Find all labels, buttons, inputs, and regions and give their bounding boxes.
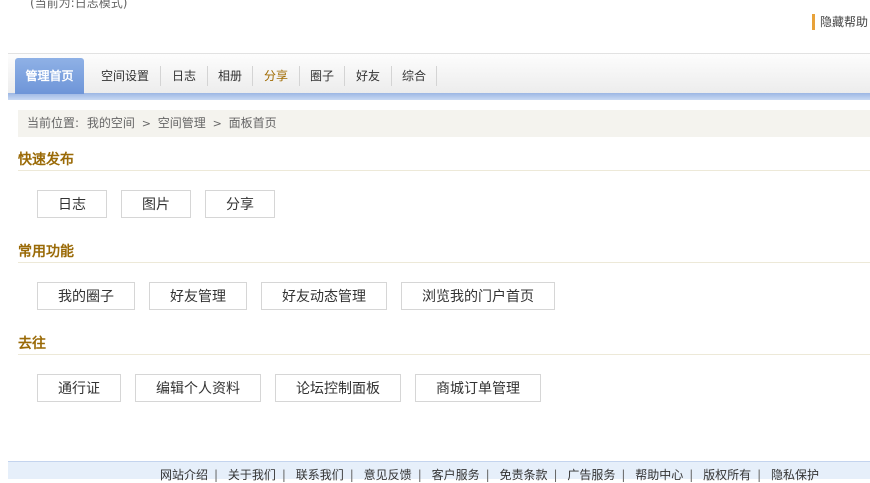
footer-link-disclaimer[interactable]: 免责条款 (499, 468, 547, 482)
browse-portal-button[interactable]: 浏览我的门户首页 (401, 282, 555, 310)
passport-button[interactable]: 通行证 (37, 374, 121, 402)
footer-separator: | (689, 468, 694, 482)
section-divider (18, 170, 870, 171)
friend-manage-button[interactable]: 好友管理 (149, 282, 247, 310)
section-title-quick-publish: 快速发布 (18, 152, 74, 168)
tab-separator (436, 66, 437, 86)
footer-separator: | (417, 468, 422, 482)
tab-separator (391, 66, 392, 86)
footer-separator: | (553, 468, 558, 482)
footer-link-contact[interactable]: 联系我们 (296, 468, 344, 482)
section-title-common: 常用功能 (18, 244, 74, 260)
footer-separator: | (485, 468, 490, 482)
quick-photo-button[interactable]: 图片 (121, 190, 191, 218)
breadcrumb-space-manage[interactable]: 空间管理 (158, 116, 206, 130)
tab-separator (344, 66, 345, 86)
breadcrumb-prefix: 当前位置: (27, 116, 80, 130)
footer-separator: | (281, 468, 286, 482)
hide-help-link[interactable]: 隐藏帮助 (812, 14, 868, 30)
mode-indicator: (当前为:日志模式) (30, 0, 128, 10)
breadcrumb-my-space[interactable]: 我的空间 (87, 116, 135, 130)
footer-link-privacy[interactable]: 隐私保护 (771, 468, 819, 482)
edit-profile-button[interactable]: 编辑个人资料 (135, 374, 261, 402)
quick-blog-button[interactable]: 日志 (37, 190, 107, 218)
breadcrumb-separator: > (141, 117, 151, 130)
tab-friends[interactable]: 好友 (347, 59, 389, 94)
tab-general[interactable]: 综合 (394, 59, 434, 94)
tab-manage-home[interactable]: 管理首页 (15, 58, 84, 94)
footer-link-ads[interactable]: 广告服务 (567, 468, 615, 482)
footer-link-customer-service[interactable]: 客户服务 (432, 468, 480, 482)
section-divider (18, 262, 870, 263)
breadcrumb: 当前位置: 我的空间 > 空间管理 > 面板首页 (18, 110, 870, 137)
forum-panel-button[interactable]: 论坛控制面板 (275, 374, 401, 402)
footer-link-help[interactable]: 帮助中心 (635, 468, 683, 482)
tab-separator (207, 66, 208, 86)
footer-link-feedback[interactable]: 意见反馈 (364, 468, 412, 482)
footer-links: 网站介绍 | 关于我们 | 联系我们 | 意见反馈 | 客户服务 | 免责条款 | 广告服务… (160, 466, 819, 483)
breadcrumb-separator: > (212, 117, 222, 130)
footer-separator: | (621, 468, 626, 482)
tab-circle[interactable]: 圈子 (302, 59, 342, 94)
friend-feed-manage-button[interactable]: 好友动态管理 (261, 282, 387, 310)
footer-separator: | (214, 468, 219, 482)
footer-separator: | (349, 468, 354, 482)
tab-bar-underline (8, 93, 870, 100)
tab-separator (160, 66, 161, 86)
quick-share-button[interactable]: 分享 (205, 190, 275, 218)
mall-orders-button[interactable]: 商城订单管理 (415, 374, 541, 402)
footer-link-about-site[interactable]: 网站介绍 (160, 468, 208, 482)
breadcrumb-panel-home: 面板首页 (228, 116, 277, 130)
footer-link-copyright[interactable]: 版权所有 (703, 468, 751, 482)
tab-album[interactable]: 相册 (210, 59, 250, 94)
tab-blog[interactable]: 日志 (163, 59, 205, 94)
section-title-goto: 去往 (18, 336, 46, 352)
footer-separator: | (757, 468, 762, 482)
tab-share[interactable]: 分享 (255, 59, 297, 94)
footer: 网站介绍 | 关于我们 | 联系我们 | 意见反馈 | 客户服务 | 免责条款 | 广告服务… (8, 461, 870, 482)
tab-separator (252, 66, 253, 86)
tab-space-settings[interactable]: 空间设置 (92, 59, 158, 94)
footer-link-about-us[interactable]: 关于我们 (228, 468, 276, 482)
my-circle-button[interactable]: 我的圈子 (37, 282, 135, 310)
section-divider (18, 354, 870, 355)
tab-separator (299, 66, 300, 86)
